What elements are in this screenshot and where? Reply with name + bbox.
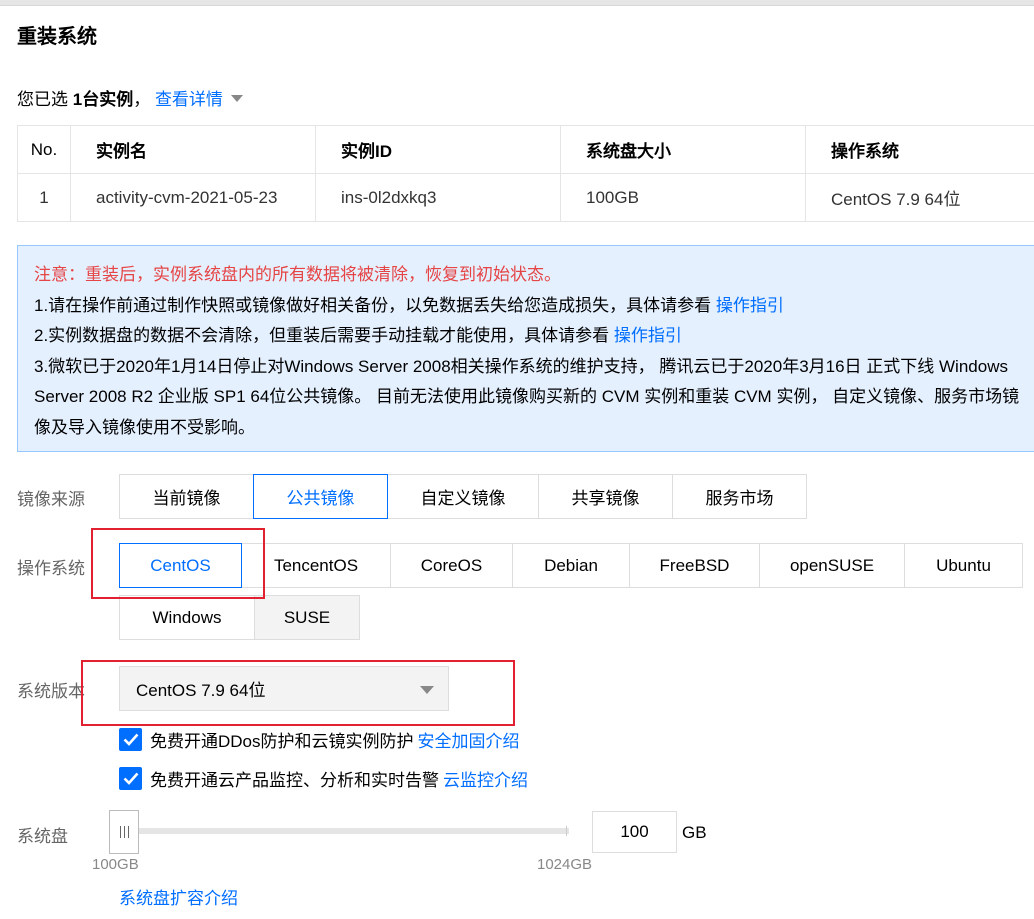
selection-prefix: 您已选	[17, 90, 68, 109]
os-option-centos[interactable]: CentOS	[119, 543, 242, 588]
table-header-row: No. 实例名 实例ID 系统盘大小 操作系统	[17, 125, 1034, 174]
column-header-instance-id: 实例ID	[315, 125, 561, 174]
cell-instance-id: ins-0l2dxkq3	[315, 173, 561, 222]
image-source-public[interactable]: 公共镜像	[253, 474, 388, 519]
monitor-checkbox[interactable]	[119, 767, 142, 790]
cell-no: 1	[17, 173, 71, 222]
os-label: 操作系统	[17, 559, 85, 578]
os-option-opensuse[interactable]: openSUSE	[759, 543, 905, 588]
monitor-check-text: 免费开通云产品监控、分析和实时告警	[150, 771, 439, 790]
column-header-disk-size: 系统盘大小	[560, 125, 806, 174]
check-monitor-row: 免费开通云产品监控、分析和实时告警 云监控介绍	[119, 766, 528, 791]
disk-slider-track[interactable]	[119, 828, 569, 834]
version-select-value: CentOS 7.9 64位	[136, 681, 266, 700]
column-header-no: No.	[17, 125, 71, 174]
selection-separator: ，	[133, 90, 151, 109]
cell-disk-size: 100GB	[560, 173, 806, 222]
disk-slider-min-label: 100GB	[92, 856, 139, 873]
os-option-tencentos[interactable]: TencentOS	[241, 543, 391, 588]
image-source-group: 当前镜像 公共镜像 自定义镜像 共享镜像 服务市场	[119, 474, 807, 519]
image-source-custom[interactable]: 自定义镜像	[387, 474, 539, 519]
checkmark-icon	[123, 733, 138, 746]
column-header-os: 操作系统	[805, 125, 1034, 174]
table-row: 1 activity-cvm-2021-05-23 ins-0l2dxkq3 1…	[17, 173, 1034, 222]
notice-line-3: 3.微软已于2020年1月14日停止对Windows Server 2008相关…	[34, 356, 1020, 437]
notice-box: 注意：重装后，实例系统盘内的所有数据将被清除，恢复到初始状态。 1.请在操作前通…	[17, 245, 1034, 452]
os-option-debian[interactable]: Debian	[512, 543, 630, 588]
os-option-suse[interactable]: SUSE	[254, 595, 360, 640]
cloud-monitor-link[interactable]: 云监控介绍	[443, 766, 528, 791]
chevron-down-icon[interactable]	[230, 95, 243, 102]
top-strip	[0, 0, 1034, 6]
image-source-current[interactable]: 当前镜像	[119, 474, 254, 519]
os-option-windows[interactable]: Windows	[119, 595, 255, 640]
check-ddos-row: 免费开通DDos防护和云镜实例防护 安全加固介绍	[119, 727, 520, 752]
cell-os: CentOS 7.9 64位	[805, 173, 1034, 222]
image-source-shared[interactable]: 共享镜像	[538, 474, 673, 519]
cell-instance-name: activity-cvm-2021-05-23	[70, 173, 316, 222]
os-option-coreos[interactable]: CoreOS	[390, 543, 513, 588]
page-title: 重装系统	[17, 26, 97, 48]
instance-table: No. 实例名 实例ID 系统盘大小 操作系统 1 activity-cvm-2…	[17, 125, 1034, 222]
view-details-link[interactable]: 查看详情	[155, 90, 223, 109]
version-select[interactable]: CentOS 7.9 64位	[119, 666, 449, 711]
security-hardening-link[interactable]: 安全加固介绍	[418, 727, 520, 752]
os-option-ubuntu[interactable]: Ubuntu	[904, 543, 1023, 588]
ddos-checkbox[interactable]	[119, 728, 142, 751]
disk-size-input[interactable]	[592, 811, 677, 853]
notice-line-1-text: 1.请在操作前通过制作快照或镜像做好相关备份，以免数据丢失给您造成损失，具体请参…	[34, 295, 712, 315]
operation-guide-link-1[interactable]: 操作指引	[716, 296, 784, 315]
notice-line-1: 1.请在操作前通过制作快照或镜像做好相关备份，以免数据丢失给您造成损失，具体请参…	[34, 291, 1030, 322]
notice-warning: 注意：重装后，实例系统盘内的所有数据将被清除，恢复到初始状态。	[34, 265, 561, 284]
os-option-freebsd[interactable]: FreeBSD	[629, 543, 760, 588]
disk-label: 系统盘	[17, 827, 68, 846]
checkmark-icon	[123, 772, 138, 785]
disk-slider-end-tick	[566, 826, 567, 836]
operation-guide-link-2[interactable]: 操作指引	[614, 326, 682, 345]
version-label: 系统版本	[17, 682, 85, 701]
image-source-label: 镜像来源	[17, 490, 85, 509]
os-group-row-1: CentOS TencentOS CoreOS Debian FreeBSD o…	[119, 543, 1023, 588]
selection-count: 1台实例	[72, 90, 134, 109]
selection-summary: 您已选 1台实例， 查看详情	[17, 85, 243, 110]
os-group-row-2: Windows SUSE	[119, 595, 360, 640]
ddos-check-text: 免费开通DDos防护和云镜实例防护	[150, 732, 414, 751]
column-header-instance-name: 实例名	[70, 125, 316, 174]
disk-slider-handle[interactable]	[109, 810, 139, 854]
dropdown-arrow-icon	[420, 686, 434, 694]
disk-unit: GB	[682, 823, 707, 842]
image-source-marketplace[interactable]: 服务市场	[672, 474, 807, 519]
disk-expand-link[interactable]: 系统盘扩容介绍	[119, 884, 238, 909]
notice-line-2: 2.实例数据盘的数据不会清除，但重装后需要手动挂载才能使用，具体请参看 操作指引	[34, 321, 1030, 352]
disk-slider-max-label: 1024GB	[537, 856, 593, 873]
notice-line-2-text: 2.实例数据盘的数据不会清除，但重装后需要手动挂载才能使用，具体请参看	[34, 326, 610, 345]
